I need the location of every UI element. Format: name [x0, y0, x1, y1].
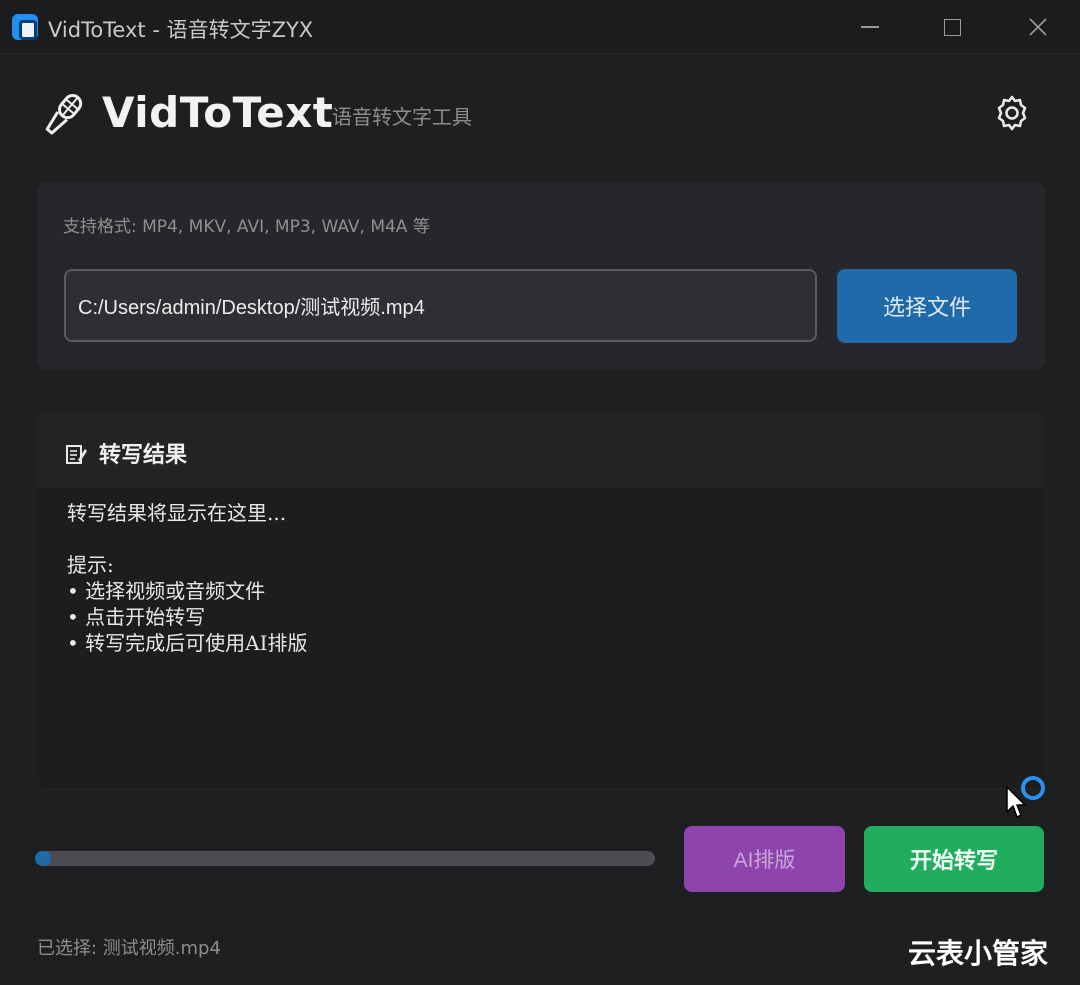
- close-button[interactable]: [998, 0, 1078, 54]
- start-transcribe-button[interactable]: 开始转写: [864, 826, 1044, 892]
- memo-icon: [66, 445, 87, 464]
- mouse-pointer-icon: [1006, 786, 1026, 818]
- maximize-button[interactable]: [912, 0, 992, 54]
- progress-fill: [35, 851, 51, 866]
- result-title: 转写结果: [99, 442, 188, 468]
- close-icon: [1029, 18, 1047, 36]
- status-text: 已选择: 测试视频.mp4: [37, 938, 221, 959]
- progress-bar: [35, 851, 655, 866]
- result-content: 转写结果将显示在这里... 提示: • 选择视频或音频文件 • 点击开始转写 •…: [67, 501, 308, 655]
- ai-format-button[interactable]: AI排版: [684, 826, 845, 892]
- app-subtitle: 语音转文字工具: [332, 105, 472, 129]
- maximize-icon: [943, 18, 961, 36]
- app-brand-title: VidToText: [102, 88, 334, 137]
- file-path-input[interactable]: [64, 269, 817, 342]
- title-bar: VidToText - 语音转文字ZYX: [0, 0, 1080, 54]
- gear-icon[interactable]: [993, 94, 1031, 132]
- watermark-text: 云表小管家: [908, 937, 1049, 970]
- supported-formats-hint: 支持格式: MP4, MKV, AVI, MP3, WAV, M4A 等: [63, 217, 430, 237]
- app-logo-icon: [12, 14, 38, 40]
- minimize-icon: [861, 26, 879, 28]
- microphone-icon: [45, 94, 83, 135]
- minimize-button[interactable]: [830, 0, 910, 54]
- choose-file-button[interactable]: 选择文件: [837, 269, 1017, 343]
- window-title: VidToText - 语音转文字ZYX: [48, 18, 314, 42]
